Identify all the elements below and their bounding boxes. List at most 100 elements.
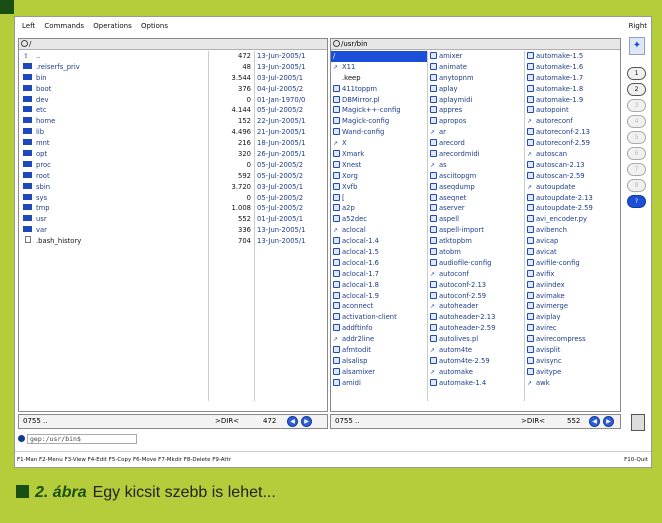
bin-entry[interactable]: a2p (331, 203, 427, 214)
bin-entry[interactable]: aconnect (331, 301, 427, 312)
sidebar-button-8[interactable]: 8 (627, 179, 646, 192)
bin-entry[interactable]: aclocal-1.8 (331, 280, 427, 291)
file-row[interactable]: sbin (19, 182, 208, 193)
sidebar-button-1[interactable]: 1 (627, 67, 646, 80)
bin-entry[interactable]: automake-1.9 (525, 95, 620, 106)
bin-entry[interactable]: addftinfo (331, 323, 427, 334)
bin-entry[interactable]: automake-1.7 (525, 73, 620, 84)
bin-entry[interactable]: ↗ autoconf (428, 269, 524, 280)
bin-entry[interactable]: aclocal-1.6 (331, 258, 427, 269)
bin-entry[interactable]: aspell (428, 214, 524, 225)
bin-entry[interactable]: Xorg (331, 171, 427, 182)
bin-entry[interactable]: atobm (428, 247, 524, 258)
bin-entry[interactable]: avifix (525, 269, 620, 280)
bin-entry[interactable]: 411toppm (331, 84, 427, 95)
file-row[interactable]: lib (19, 127, 208, 138)
bin-entry[interactable]: arecord (428, 138, 524, 149)
bin-entry[interactable]: autoscan-2.59 (525, 171, 620, 182)
right-prev-button[interactable]: ◀ (589, 416, 600, 427)
file-row[interactable]: etc (19, 105, 208, 116)
bin-entry[interactable]: anytopnm (428, 73, 524, 84)
bin-entry[interactable]: .keep (331, 73, 427, 84)
bin-entry[interactable]: automake-1.5 (525, 51, 620, 62)
bin-entry[interactable]: afmtodit (331, 345, 427, 356)
bin-entry[interactable]: appres (428, 105, 524, 116)
menu-operations[interactable]: Operations (93, 17, 131, 35)
bin-entry[interactable]: ↗ aclocal (331, 225, 427, 236)
bin-entry[interactable]: ↗ autoscan (525, 149, 620, 160)
left-prev-button[interactable]: ◀ (287, 416, 298, 427)
right-panel[interactable]: /usr/bin / ↗ X11 .keep 411toppm DBMirror.pl Ma… (330, 38, 621, 412)
command-input[interactable]: gep:/usr/bin$ (27, 434, 137, 444)
bin-entry[interactable]: ↗ X11 (331, 62, 427, 73)
bin-entry[interactable]: aseqnet (428, 193, 524, 204)
bin-entry[interactable]: aviplay (525, 312, 620, 323)
bin-entry[interactable]: asciitopgm (428, 171, 524, 182)
bin-entry[interactable]: avi_encoder.py (525, 214, 620, 225)
file-row[interactable]: var (19, 225, 208, 236)
bin-entry[interactable]: autoheader-2.13 (428, 312, 524, 323)
bin-entry[interactable]: amixer (428, 51, 524, 62)
file-row[interactable]: opt (19, 149, 208, 160)
bin-entry[interactable]: Xmark (331, 149, 427, 160)
file-row[interactable]: .reiserfs_priv (19, 62, 208, 73)
sidebar-button-6[interactable]: 6 (627, 147, 646, 160)
bin-entry[interactable]: DBMirror.pl (331, 95, 427, 106)
bin-entry[interactable]: amidi (331, 378, 427, 389)
left-panel[interactable]: / ⇧.. .reiserfs_priv bin boot dev etc home lib m… (18, 38, 328, 412)
bin-entry[interactable]: ↗ automake (428, 367, 524, 378)
menu-options[interactable]: Options (141, 17, 168, 35)
bin-entry[interactable]: autoupdate-2.59 (525, 203, 620, 214)
sidebar-button-5[interactable]: 5 (627, 131, 646, 144)
bin-entry[interactable]: [ (331, 193, 427, 204)
bin-entry[interactable]: avimerge (525, 301, 620, 312)
bin-entry[interactable]: avisync (525, 356, 620, 367)
bin-entry[interactable]: aviindex (525, 280, 620, 291)
bin-entry[interactable]: Xvfb (331, 182, 427, 193)
bin-entry[interactable]: arecordmidi (428, 149, 524, 160)
bin-entry[interactable]: audiofile-config (428, 258, 524, 269)
bin-entry[interactable]: ↗ addr2line (331, 334, 427, 345)
bin-entry[interactable]: avitype (525, 367, 620, 378)
bin-entry[interactable]: aclocal-1.5 (331, 247, 427, 258)
sidebar-help-button[interactable]: ? (627, 195, 646, 208)
bin-entry[interactable]: automake-1.4 (428, 378, 524, 389)
bin-entry[interactable]: autopoint (525, 105, 620, 116)
bin-entry[interactable]: Magick++-config (331, 105, 427, 116)
left-next-button[interactable]: ▶ (301, 416, 312, 427)
bin-entry[interactable]: ↗ autoheader (428, 301, 524, 312)
bin-entry[interactable]: automake-1.8 (525, 84, 620, 95)
file-row[interactable]: .bash_history (19, 236, 208, 247)
bin-entry[interactable]: avibench (525, 225, 620, 236)
file-row[interactable]: usr (19, 214, 208, 225)
bin-entry[interactable]: aplaymidi (428, 95, 524, 106)
file-row[interactable]: proc (19, 160, 208, 171)
bin-entry[interactable]: activation-client (331, 312, 427, 323)
file-row[interactable]: sys (19, 193, 208, 204)
bin-entry[interactable]: autolives.pl (428, 334, 524, 345)
bin-entry[interactable]: alsalisp (331, 356, 427, 367)
bin-entry[interactable]: avifile-config (525, 258, 620, 269)
bin-entry[interactable]: a52dec (331, 214, 427, 225)
bin-entry[interactable]: avisplit (525, 345, 620, 356)
right-next-button[interactable]: ▶ (603, 416, 614, 427)
menu-commands[interactable]: Commands (44, 17, 84, 35)
bin-entry[interactable]: avirecompress (525, 334, 620, 345)
bin-entry[interactable]: alsamixer (331, 367, 427, 378)
bin-entry[interactable]: ↗ autom4te (428, 345, 524, 356)
bin-entry[interactable]: autoconf-2.59 (428, 291, 524, 302)
bin-entry[interactable]: aclocal-1.4 (331, 236, 427, 247)
bin-entry[interactable]: ↗ autoreconf (525, 116, 620, 127)
bin-entry[interactable]: / (331, 51, 427, 62)
bin-entry[interactable]: Xnest (331, 160, 427, 171)
trash-icon[interactable] (631, 414, 645, 431)
bin-entry[interactable]: aserver (428, 203, 524, 214)
file-row[interactable]: dev (19, 95, 208, 106)
bin-entry[interactable]: Magick-config (331, 116, 427, 127)
bin-entry[interactable]: avicap (525, 236, 620, 247)
bin-entry[interactable]: autoreconf-2.59 (525, 138, 620, 149)
sidebar-button-4[interactable]: 4 (627, 115, 646, 128)
bin-entry[interactable]: atktopbm (428, 236, 524, 247)
bin-entry[interactable]: autoheader-2.59 (428, 323, 524, 334)
sidebar-button-2[interactable]: 2 (627, 83, 646, 96)
